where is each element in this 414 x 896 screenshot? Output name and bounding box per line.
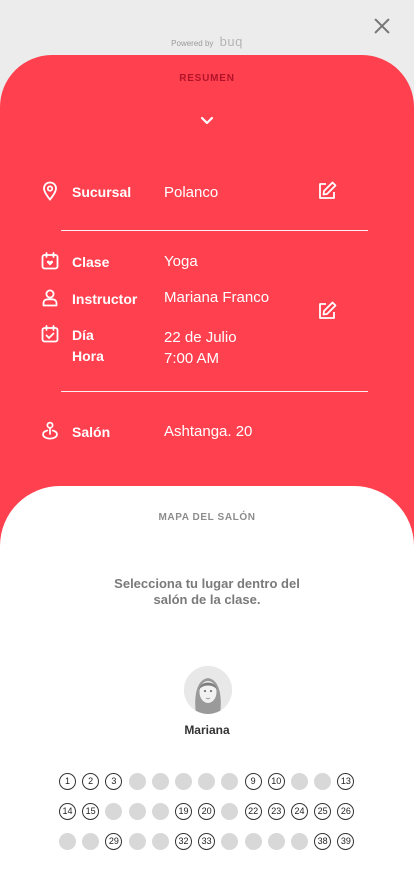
map-instructions: Selecciona tu lugar dentro del salón de … — [114, 576, 300, 607]
seat-25[interactable]: 25 — [314, 803, 332, 820]
chevron-down-icon[interactable] — [199, 113, 215, 129]
seat-14[interactable]: 14 — [59, 803, 76, 820]
seat-3[interactable]: 3 — [105, 773, 123, 790]
location-pin-icon — [43, 181, 57, 201]
seat-unavailable — [175, 773, 192, 790]
seat-unavailable — [314, 773, 332, 790]
sucursal-label: Sucursal — [72, 184, 132, 200]
seat-9[interactable]: 9 — [244, 773, 262, 790]
seat-unavailable — [128, 773, 146, 790]
seat-19[interactable]: 19 — [175, 803, 192, 820]
seat-unavailable — [151, 833, 169, 850]
seat-39[interactable]: 39 — [337, 833, 355, 850]
seat-33[interactable]: 33 — [198, 833, 216, 850]
powered-by-label: Powered by — [171, 39, 214, 48]
map-pin-person-icon — [42, 421, 58, 440]
seat-unavailable — [128, 803, 146, 820]
seat-unavailable — [151, 803, 169, 820]
brand-logo: buq — [219, 34, 243, 49]
instructor-value: Mariana Franco — [164, 289, 270, 306]
edit-class-icon[interactable] — [316, 300, 338, 322]
seat-13[interactable]: 13 — [337, 773, 355, 790]
seat-23[interactable]: 23 — [267, 803, 285, 820]
sucursal-value: Polanco — [164, 184, 219, 201]
hora-label: Hora — [72, 348, 104, 364]
avatar-portrait-icon — [184, 666, 232, 714]
seat-unavailable — [82, 833, 100, 850]
divider — [61, 230, 368, 231]
seat-unavailable — [221, 803, 239, 820]
instructor-name: Mariana — [184, 723, 230, 737]
seat-unavailable — [128, 833, 146, 850]
seat-unavailable — [198, 773, 216, 790]
summary-title: RESUMEN — [179, 73, 235, 84]
seat-20[interactable]: 20 — [198, 803, 216, 820]
person-icon — [42, 289, 58, 307]
powered-by: Powered by buq — [0, 34, 414, 49]
seat-15[interactable]: 15 — [82, 803, 100, 820]
room-map-panel: MAPA DEL SALÓN Selecciona tu lugar dentr… — [0, 486, 414, 896]
seat-unavailable — [291, 833, 308, 850]
seat-unavailable — [105, 803, 123, 820]
hora-value: 7:00 AM — [164, 350, 220, 367]
seat-unavailable — [244, 833, 262, 850]
seat-unavailable — [291, 773, 308, 790]
seat-10[interactable]: 10 — [267, 773, 285, 790]
seat-22[interactable]: 22 — [244, 803, 262, 820]
instructor-label: Instructor — [72, 291, 138, 307]
seat-2[interactable]: 2 — [82, 773, 100, 790]
seat-29[interactable]: 29 — [105, 833, 123, 850]
calendar-check-icon — [41, 325, 59, 343]
instructor-avatar — [184, 666, 232, 714]
seat-26[interactable]: 26 — [337, 803, 355, 820]
seat-unavailable — [151, 773, 169, 790]
seat-unavailable — [59, 833, 76, 850]
seat-32[interactable]: 32 — [175, 833, 192, 850]
calendar-heart-icon — [41, 252, 59, 270]
seat-unavailable — [221, 833, 239, 850]
divider — [61, 391, 368, 392]
salon-label: Salón — [72, 424, 111, 440]
map-title: MAPA DEL SALÓN — [158, 512, 256, 523]
seat-24[interactable]: 24 — [291, 803, 308, 820]
clase-value: Yoga — [164, 253, 198, 270]
seat-unavailable — [267, 833, 285, 850]
clase-label: Clase — [72, 254, 110, 270]
salon-value: Ashtanga. 20 — [164, 423, 253, 440]
summary-panel: RESUMEN Sucursal Polanco Clase Yoga Inst… — [0, 55, 414, 555]
dia-value: 22 de Julio — [164, 329, 237, 346]
seat-38[interactable]: 38 — [314, 833, 332, 850]
edit-sucursal-icon[interactable] — [316, 180, 338, 202]
seat-1[interactable]: 1 — [59, 773, 76, 790]
dia-label: Día — [72, 327, 94, 343]
seat-unavailable — [221, 773, 239, 790]
